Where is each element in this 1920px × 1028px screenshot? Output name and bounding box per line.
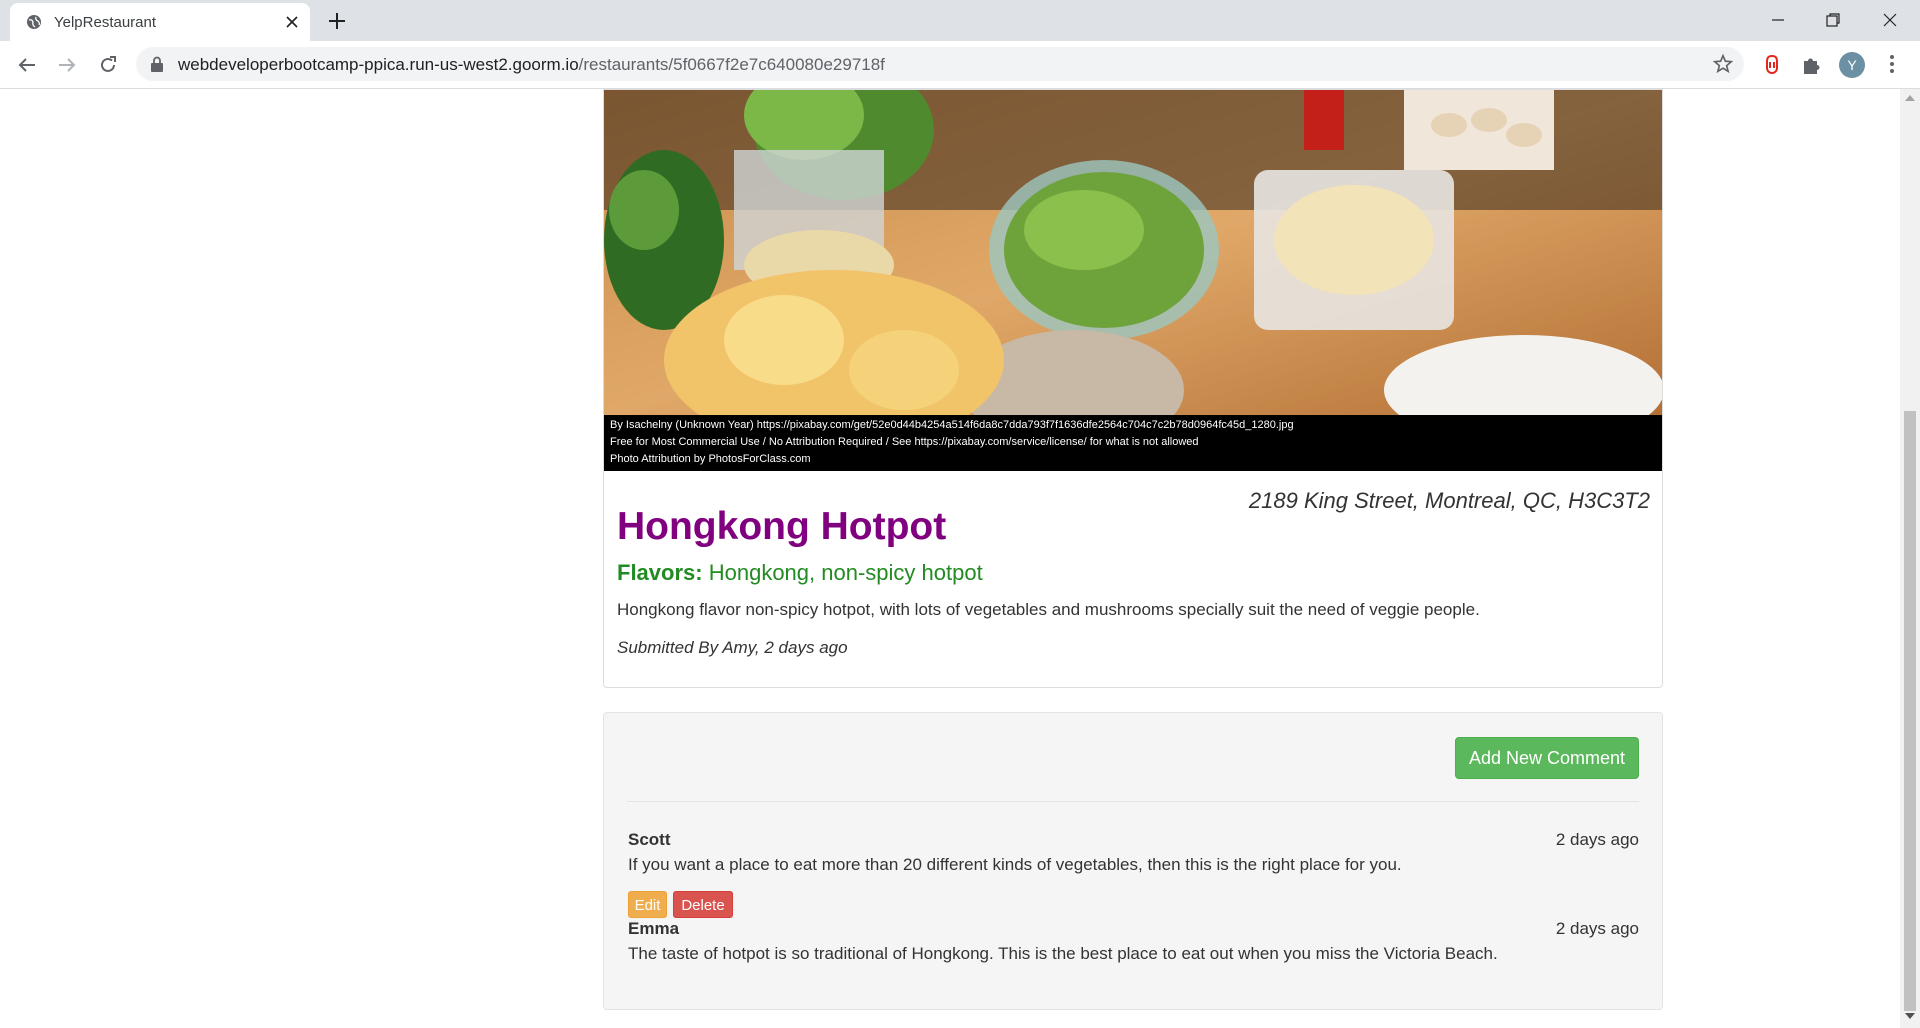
avatar[interactable]: Y	[1839, 52, 1865, 78]
divider	[627, 801, 1639, 802]
plus-icon[interactable]	[326, 10, 348, 32]
attribution-line: By Isachelny (Unknown Year) https://pixa…	[610, 419, 1294, 431]
browser-toolbar: webdeveloperbootcamp-ppica.run-us-west2.…	[0, 41, 1920, 89]
restaurant-address: 2189 King Street, Montreal, QC, H3C3T2	[1248, 488, 1650, 513]
scrollbar-thumb[interactable]	[1904, 411, 1916, 1011]
url-text[interactable]: webdeveloperbootcamp-ppica.run-us-west2.…	[178, 55, 885, 75]
star-icon[interactable]	[1712, 53, 1734, 75]
comment-text: If you want a place to eat more than 20 …	[628, 855, 1402, 874]
scroll-down-arrow-icon[interactable]	[1905, 1013, 1915, 1021]
back-icon[interactable]	[15, 53, 39, 77]
tab-title: YelpRestaurant	[54, 14, 157, 31]
puzzle-icon[interactable]	[1800, 53, 1824, 77]
restaurant-description: Hongkong flavor non-spicy hotpot, with l…	[617, 600, 1480, 619]
attribution-line: Free for Most Commercial Use / No Attrib…	[610, 436, 1199, 448]
comment-date: 2 days ago	[1555, 919, 1639, 938]
vertical-scrollbar[interactable]	[1900, 89, 1920, 1028]
comments-section: Add New Comment Scott 2 days ago If you …	[603, 712, 1663, 1010]
tab-strip: YelpRestaurant	[0, 0, 1920, 41]
edit-comment-button[interactable]: Edit	[628, 891, 667, 918]
comment-author: Emma	[628, 919, 680, 938]
flavors-value: Hongkong, non-spicy hotpot	[708, 560, 983, 585]
comment-text: The taste of hotpot is so traditional of…	[628, 944, 1498, 963]
restore-icon[interactable]	[1821, 8, 1845, 32]
reload-icon[interactable]	[96, 53, 120, 77]
menu-dots-icon[interactable]	[1880, 52, 1904, 76]
delete-comment-button[interactable]: Delete	[673, 891, 733, 918]
photo-attribution: By Isachelny (Unknown Year) https://pixa…	[604, 415, 1662, 471]
lock-icon[interactable]	[150, 56, 164, 72]
restaurant-card: By Isachelny (Unknown Year) https://pixa…	[603, 89, 1663, 688]
globe-icon	[27, 15, 41, 29]
add-comment-button[interactable]: Add New Comment	[1455, 737, 1639, 779]
comment-author: Scott	[628, 830, 671, 849]
scroll-up-arrow-icon[interactable]	[1905, 93, 1915, 101]
restaurant-photo: By Isachelny (Unknown Year) https://pixa…	[604, 90, 1662, 471]
browser-tab[interactable]: YelpRestaurant	[10, 3, 310, 41]
flavors-label: Flavors:	[617, 560, 703, 585]
forward-icon[interactable]	[55, 53, 79, 77]
restaurant-name: Hongkong Hotpot	[617, 505, 947, 548]
window-close-icon[interactable]	[1878, 8, 1902, 32]
minimize-icon[interactable]	[1766, 8, 1790, 32]
address-bar[interactable]: webdeveloperbootcamp-ppica.run-us-west2.…	[136, 47, 1744, 81]
submitted-by: Submitted By Amy, 2 days ago	[617, 638, 848, 657]
close-icon[interactable]	[282, 12, 302, 32]
restaurant-flavors: Flavors: Hongkong, non-spicy hotpot	[617, 560, 983, 586]
attribution-line: Photo Attribution by PhotosForClass.com	[610, 453, 811, 465]
extension-shield-icon[interactable]	[1760, 53, 1784, 77]
hotpot-photo-illustration	[604, 90, 1662, 450]
page-viewport: By Isachelny (Unknown Year) https://pixa…	[0, 89, 1900, 1028]
comment-date: 2 days ago	[1555, 830, 1639, 849]
